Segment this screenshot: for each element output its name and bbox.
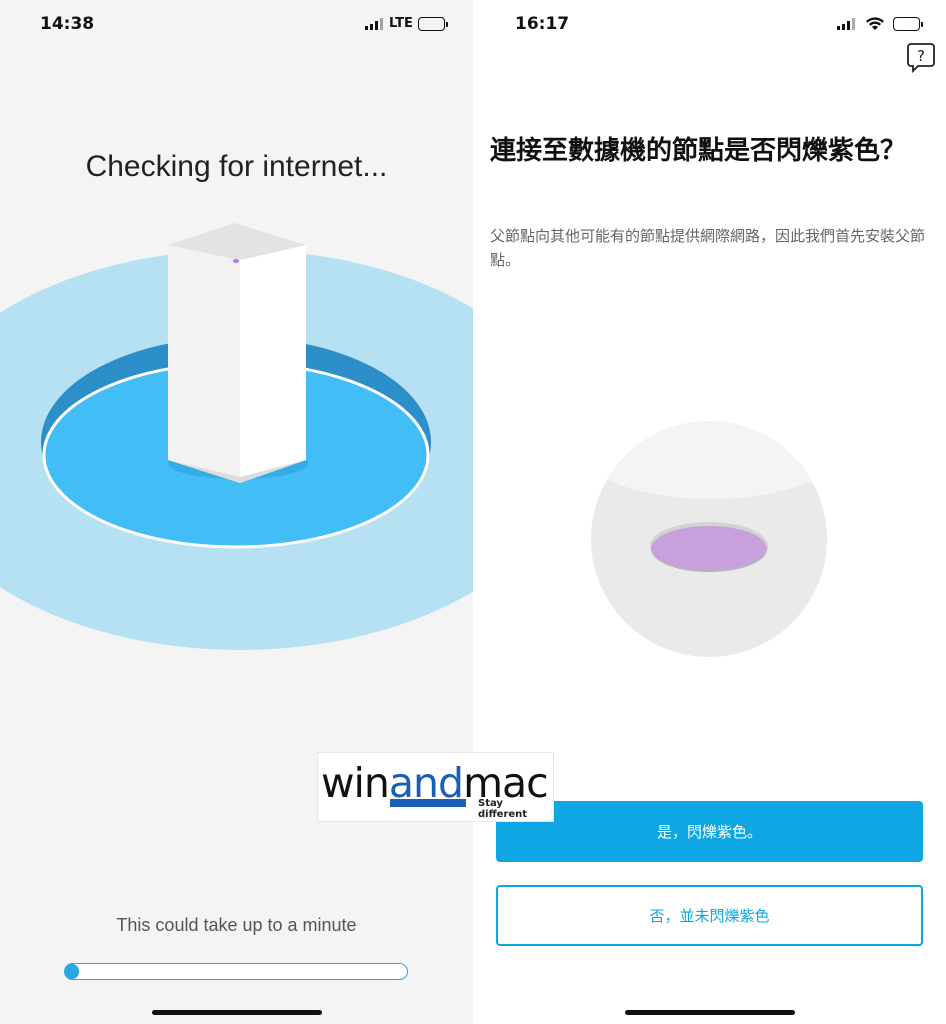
question-bubble-icon[interactable]: ? — [906, 42, 936, 74]
purple-led-light — [651, 526, 767, 572]
router-node — [168, 223, 306, 483]
question-title: 連接至數據機的節點是否閃爍紫色？ — [490, 136, 907, 166]
yes-blinking-purple-button[interactable]: 是，閃爍紫色。 — [496, 801, 923, 862]
right-screen: 16:17 ? 連接至數據機的節點是否閃爍紫色？ 父節點向其他可能有的節點提供網… — [473, 0, 946, 1024]
watermark-underline — [390, 799, 466, 807]
page-title: Checking for internet... — [85, 150, 388, 183]
watermark-logo: winandmac Stay different — [317, 752, 554, 822]
wifi-icon — [866, 17, 884, 30]
status-time: 14:38 — [40, 14, 95, 34]
home-indicator[interactable] — [151, 1010, 322, 1015]
battery-icon — [893, 17, 923, 31]
status-bar: 16:17 — [473, 0, 946, 50]
no-not-blinking-button[interactable]: 否，並未閃爍紫色 — [496, 885, 923, 946]
node-top-illustration — [591, 421, 827, 657]
network-type: LTE — [389, 16, 413, 31]
cellular-signal-icon — [365, 18, 383, 30]
status-time: 16:17 — [515, 14, 570, 34]
router-illustration — [0, 223, 473, 650]
watermark-tagline: Stay different — [478, 798, 528, 820]
cellular-signal-icon — [837, 18, 855, 30]
router-led — [233, 259, 239, 263]
home-indicator[interactable] — [624, 1010, 795, 1015]
wait-message: This could take up to a minute — [116, 915, 357, 935]
svg-text:?: ? — [917, 47, 925, 65]
node-top-surface — [591, 421, 827, 499]
left-screen: 14:38 LTE Checking for internet... This … — [0, 0, 473, 1024]
battery-icon — [418, 17, 448, 31]
status-bar: 14:38 LTE — [0, 0, 473, 50]
progress-bar — [64, 963, 408, 980]
progress-fill — [65, 964, 79, 979]
question-description: 父節點向其他可能有的節點提供網際網路，因此我們首先安裝父節點。 — [490, 227, 926, 269]
